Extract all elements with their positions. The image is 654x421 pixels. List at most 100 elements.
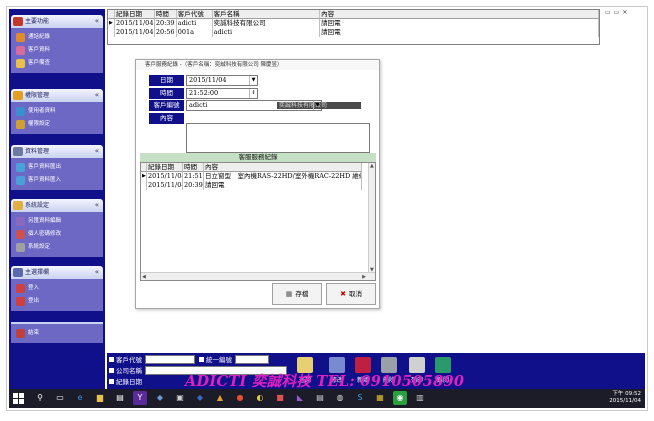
sidebar-section-header[interactable]: 資料管理 « bbox=[11, 145, 103, 158]
app-icon[interactable]: ▥ bbox=[413, 391, 427, 405]
filter-checkbox[interactable] bbox=[109, 356, 114, 362]
scroll-right-icon[interactable]: ▶ bbox=[362, 274, 366, 280]
filter-record-date: 紀錄日期 bbox=[109, 376, 142, 386]
collapse-icon[interactable]: « bbox=[95, 266, 99, 279]
app-icon[interactable]: ▦ bbox=[373, 391, 387, 405]
tax-id-field[interactable] bbox=[235, 354, 269, 364]
cancel-button[interactable]: ✖ 取消 bbox=[326, 283, 376, 305]
file-explorer-icon[interactable]: ▆ bbox=[93, 391, 107, 405]
sidebar-item-logout[interactable]: 登出 bbox=[15, 295, 103, 308]
visual-studio-icon[interactable]: ◣ bbox=[293, 391, 307, 405]
edge-icon[interactable]: e bbox=[73, 391, 87, 405]
app-icon[interactable]: ◐ bbox=[253, 391, 267, 405]
sidebar-item-customer-notes[interactable]: 客戶備查 bbox=[15, 57, 103, 70]
sidebar-item-system-settings[interactable]: 系統設定 bbox=[15, 241, 103, 254]
skype-icon[interactable]: S bbox=[353, 391, 367, 405]
chevron-down-icon[interactable]: ▼ bbox=[249, 76, 257, 85]
customer-code-field[interactable] bbox=[145, 354, 195, 364]
grid-row[interactable]: ▶ 2015/11/04 21:51 日立窗型 室內機RAS-22HD/室外機R… bbox=[141, 172, 375, 181]
sidebar-section-body: 另匯資料編輯 個人密碼修改 系統設定 bbox=[11, 212, 103, 257]
user-icon bbox=[16, 46, 25, 55]
sidebar-section-body: 使用者資料 權限設定 bbox=[11, 102, 103, 134]
store-icon[interactable]: ▤ bbox=[113, 391, 127, 405]
table-row[interactable]: ▶ 2015/11/04 20:39 adicti 奕誠科技有限公司 請回電 bbox=[108, 19, 600, 28]
content-textarea[interactable] bbox=[186, 123, 370, 153]
minimize-icon[interactable]: ▭ bbox=[605, 9, 611, 16]
sidebar-item-exit[interactable]: 結束 bbox=[15, 327, 103, 340]
key-icon bbox=[16, 230, 25, 239]
column-header[interactable]: 客戶名稱 bbox=[212, 10, 321, 19]
sidebar-section-header[interactable]: 系統設定 « bbox=[11, 199, 103, 212]
save-button[interactable]: ▦ 存檔 bbox=[272, 283, 322, 305]
filter-customer-code: 客戶代號 bbox=[109, 354, 195, 364]
maximize-icon[interactable]: ▭ bbox=[614, 9, 620, 16]
table-row[interactable]: 2015/11/04 20:56 001a adicti 請回電 bbox=[108, 28, 600, 37]
filter-checkbox[interactable] bbox=[109, 367, 114, 373]
scroll-up-icon[interactable]: ▲ bbox=[370, 163, 374, 169]
system-clock[interactable]: 下午 09:52 2015/11/04 bbox=[609, 391, 641, 405]
sidebar-section-header[interactable]: 主選擇欄 « bbox=[11, 266, 103, 279]
column-header[interactable]: 內容 bbox=[320, 10, 600, 19]
date-label: 日期 bbox=[149, 75, 184, 86]
app-icon[interactable]: ▣ bbox=[173, 391, 187, 405]
sidebar-item-export[interactable]: 客戶資料匯出 bbox=[15, 161, 103, 174]
scroll-left-icon[interactable]: ◀ bbox=[142, 274, 146, 280]
line-icon[interactable]: ◉ bbox=[393, 391, 407, 405]
column-header[interactable]: 時間 bbox=[154, 10, 177, 19]
collapse-icon[interactable]: « bbox=[95, 89, 99, 102]
collapse-icon[interactable]: « bbox=[95, 145, 99, 158]
app-icon[interactable]: ■ bbox=[273, 391, 287, 405]
close-icon[interactable]: ✕ bbox=[622, 9, 627, 16]
date-picker[interactable]: 2015/11/04 ▼ bbox=[186, 75, 258, 86]
column-header[interactable]: 紀錄日期 bbox=[114, 10, 155, 19]
customer-select[interactable]: adicti 奕誠科技有限公司 ▼ bbox=[186, 100, 361, 111]
column-header[interactable]: 時間 bbox=[183, 163, 204, 172]
sidebar-section-exit: 結束 bbox=[11, 322, 103, 343]
app-icon[interactable]: ◆ bbox=[193, 391, 207, 405]
vertical-scrollbar[interactable]: ▲ ▼ bbox=[368, 163, 375, 273]
search-icon[interactable]: ⚲ bbox=[33, 391, 47, 405]
sidebar-item-login[interactable]: 登入 bbox=[15, 282, 103, 295]
sidebar-item-call-log[interactable]: 通話紀錄 bbox=[15, 31, 103, 44]
app-icon[interactable]: ◍ bbox=[333, 391, 347, 405]
horizontal-scrollbar[interactable]: ◀ ▶ bbox=[141, 272, 375, 280]
import-icon bbox=[16, 176, 25, 185]
filter-checkbox[interactable] bbox=[199, 356, 204, 362]
app-icon[interactable]: ▲ bbox=[213, 391, 227, 405]
home-icon bbox=[13, 17, 23, 26]
sidebar-section-settings: 系統設定 « 另匯資料編輯 個人密碼修改 系統設定 bbox=[11, 199, 103, 257]
user-icon bbox=[16, 107, 25, 116]
column-header[interactable]: 客戶代號 bbox=[176, 10, 213, 19]
collapse-icon[interactable]: « bbox=[95, 199, 99, 212]
spinner-icon[interactable]: ⇕ bbox=[249, 89, 257, 98]
chevron-down-icon[interactable]: ▼ bbox=[313, 101, 321, 110]
sidebar-item-permission-settings[interactable]: 權限設定 bbox=[15, 118, 103, 131]
sidebar-section-body: 登入 登出 bbox=[11, 279, 103, 311]
sidebar-section-header[interactable]: 主要功能 « bbox=[11, 15, 103, 28]
sidebar-section-body: 結束 bbox=[11, 322, 103, 343]
filter-checkbox[interactable] bbox=[109, 378, 114, 384]
logout-icon bbox=[16, 297, 25, 306]
start-button[interactable] bbox=[13, 393, 24, 404]
sidebar-item-edit-extra[interactable]: 另匯資料編輯 bbox=[15, 215, 103, 228]
yahoo-icon[interactable]: Y bbox=[133, 391, 147, 405]
close-icon: ✖ bbox=[340, 290, 346, 298]
sidebar-item-customers[interactable]: 客戶資料 bbox=[15, 44, 103, 57]
sidebar-item-users[interactable]: 使用者資料 bbox=[15, 105, 103, 118]
time-input[interactable]: 21:52:00 ⇕ bbox=[186, 88, 258, 99]
app-icon[interactable]: ▤ bbox=[313, 391, 327, 405]
app-icon[interactable]: ◆ bbox=[153, 391, 167, 405]
sidebar-section-permissions: 權限管理 « 使用者資料 權限設定 bbox=[11, 89, 103, 134]
grid-row[interactable]: 2015/11/04 20:39 請回電 bbox=[141, 181, 375, 190]
sidebar-item-import[interactable]: 客戶資料匯入 bbox=[15, 174, 103, 187]
column-header[interactable]: 紀錄日期 bbox=[147, 163, 183, 172]
call-records-table: 紀錄日期 時間 客戶代號 客戶名稱 內容 ▶ 2015/11/04 20:39 … bbox=[107, 9, 600, 45]
collapse-icon[interactable]: « bbox=[95, 15, 99, 28]
sidebar-item-change-password[interactable]: 個人密碼修改 bbox=[15, 228, 103, 241]
content-label: 內容 bbox=[149, 113, 184, 124]
sidebar-section-header[interactable]: 權限管理 « bbox=[11, 89, 103, 102]
task-view-icon[interactable]: ▭ bbox=[53, 391, 67, 405]
chrome-icon[interactable]: ● bbox=[233, 391, 247, 405]
column-header[interactable]: 內容 bbox=[204, 163, 362, 172]
sidebar-section-session: 主選擇欄 « 登入 登出 bbox=[11, 266, 103, 311]
